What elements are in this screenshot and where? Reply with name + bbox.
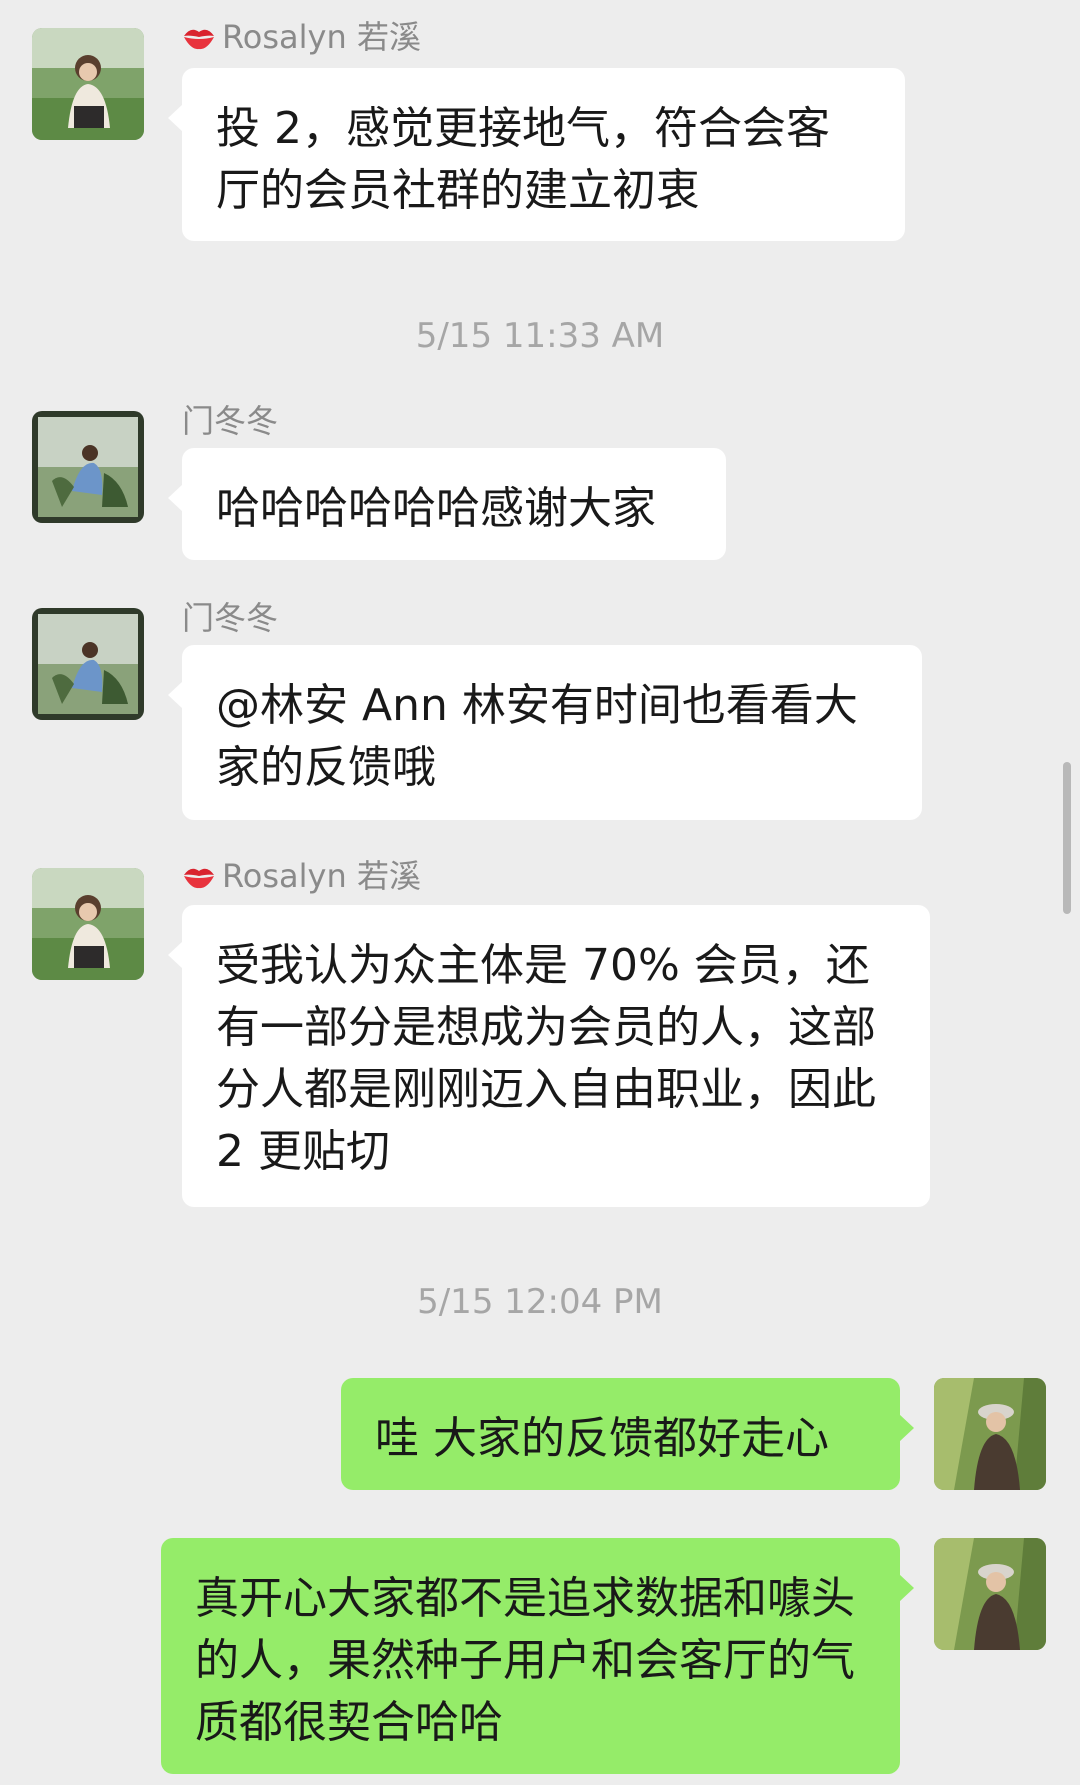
- avatar-image: [32, 868, 144, 980]
- kiss-icon: [184, 29, 214, 50]
- avatar-image: [32, 608, 144, 720]
- sender-name: 门冬冬: [182, 402, 279, 440]
- avatar-me[interactable]: [934, 1378, 1046, 1490]
- sender-name: Rosalyn 若溪: [182, 17, 421, 57]
- kiss-icon: [184, 868, 214, 889]
- avatar-rosalyn[interactable]: [32, 28, 144, 140]
- message-bubble[interactable]: 投 2，感觉更接地气，符合会客厅的会员社群的建立初衷: [168, 68, 905, 241]
- message-bubble[interactable]: 真开心大家都不是追求数据和噱头的人，果然种子用户和会客厅的气质都很契合哈哈: [161, 1538, 914, 1774]
- sender-label: Rosalyn 若溪: [222, 18, 421, 56]
- sender-name: Rosalyn 若溪: [182, 856, 421, 896]
- message-bubble[interactable]: @林安 Ann 林安有时间也看看大家的反馈哦: [168, 645, 922, 820]
- avatar-image: [32, 411, 144, 523]
- avatar-mendongdong[interactable]: [32, 411, 144, 523]
- avatar-image: [32, 28, 144, 140]
- timestamp: 5/15 11:33 AM: [415, 316, 665, 356]
- timestamp: 5/15 12:04 PM: [417, 1282, 663, 1322]
- message-bubble[interactable]: 哇 大家的反馈都好走心: [341, 1378, 914, 1490]
- scrollbar[interactable]: [1063, 762, 1071, 914]
- avatar-me[interactable]: [934, 1538, 1046, 1650]
- message-bubble[interactable]: 受我认为众主体是 70% 会员，还有一部分是想成为会员的人，这部分人都是刚刚迈入…: [168, 905, 930, 1207]
- avatar-mendongdong[interactable]: [32, 608, 144, 720]
- avatar-image: [934, 1538, 1046, 1650]
- sender-name: 门冬冬: [182, 599, 279, 637]
- avatar-rosalyn[interactable]: [32, 868, 144, 980]
- sender-label: Rosalyn 若溪: [222, 857, 421, 895]
- message-bubble[interactable]: 哈哈哈哈哈哈感谢大家: [168, 448, 726, 560]
- avatar-image: [934, 1378, 1046, 1490]
